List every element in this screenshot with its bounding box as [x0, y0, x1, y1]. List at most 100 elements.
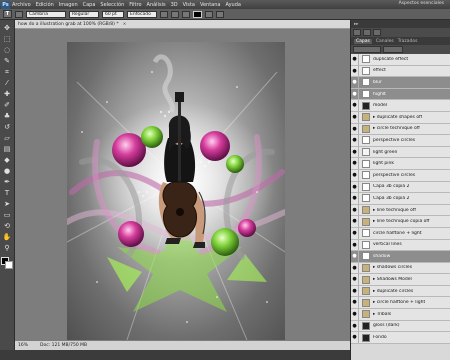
close-tab-icon[interactable]: × [123, 22, 127, 27]
menu-item[interactable]: Ayuda [225, 2, 240, 8]
crop-tool-icon[interactable]: ⌗ [2, 68, 12, 77]
visibility-eye-icon[interactable]: ● [351, 274, 359, 285]
document-tab[interactable]: how do a illustration grab at 100% (RGB/… [15, 20, 350, 29]
layer-row[interactable]: ● Shadows Model [351, 274, 450, 286]
layers-panel-tab[interactable]: Trazados [398, 39, 418, 44]
move-tool-icon[interactable]: ✥ [2, 24, 12, 33]
brush-tool-icon[interactable]: ✐ [2, 101, 12, 110]
lasso-tool-icon[interactable]: ◌ [2, 46, 12, 55]
document-info[interactable]: Doc: 121 MB/750 MB [40, 343, 87, 348]
visibility-eye-icon[interactable]: ● [351, 146, 359, 158]
layer-row[interactable]: ● shadows circles [351, 262, 450, 275]
3d-rotate-tool-icon[interactable]: ⟲ [2, 222, 12, 231]
layers-panel-tab[interactable]: Canales [376, 39, 394, 44]
visibility-eye-icon[interactable]: ● [351, 169, 359, 181]
warp-text-button[interactable] [205, 10, 213, 18]
type-tool-icon[interactable]: T [3, 10, 12, 18]
opacity-field[interactable] [383, 46, 403, 53]
layer-row[interactable]: ● duplicate shapes off [351, 111, 450, 124]
visibility-eye-icon[interactable]: ● [351, 320, 359, 332]
visibility-eye-icon[interactable]: ● [351, 285, 359, 297]
history-panel-icon[interactable] [353, 29, 361, 36]
visibility-eye-icon[interactable]: ● [351, 135, 359, 146]
layer-row[interactable]: ● line technique off [351, 204, 450, 217]
dodge-tool-icon[interactable]: ● [2, 167, 12, 176]
navigator-panel-icon[interactable] [373, 29, 381, 36]
align-center-button[interactable] [171, 10, 179, 18]
font-style-select[interactable]: Regular [69, 10, 99, 18]
workspace-switcher[interactable]: Aspectos esenciales [399, 1, 444, 6]
menu-item[interactable]: Capa [83, 2, 96, 8]
layer-row[interactable]: ● Capa 3b copia 2 [351, 181, 450, 194]
pen-tool-icon[interactable]: ✒ [2, 178, 12, 187]
gradient-tool-icon[interactable]: ▤ [2, 145, 12, 154]
visibility-eye-icon[interactable]: ● [351, 262, 359, 274]
visibility-eye-icon[interactable]: ● [351, 123, 359, 135]
align-right-button[interactable] [182, 10, 190, 18]
layer-row[interactable]: ● Tribals [351, 309, 450, 321]
clone-stamp-tool-icon[interactable]: ♣ [2, 112, 12, 121]
path-select-tool-icon[interactable]: ➤ [2, 200, 12, 209]
shape-tool-icon[interactable]: ▭ [2, 211, 12, 220]
type-tool-icon[interactable]: T [2, 189, 12, 198]
artwork-canvas[interactable] [67, 42, 285, 340]
align-left-button[interactable] [160, 10, 168, 18]
visibility-eye-icon[interactable]: ● [351, 77, 359, 88]
visibility-eye-icon[interactable]: ● [351, 297, 359, 309]
history-brush-tool-icon[interactable]: ↺ [2, 123, 12, 132]
layer-row[interactable]: ● duplicate circles [351, 285, 450, 298]
healing-brush-tool-icon[interactable]: ✚ [2, 90, 12, 99]
quick-select-tool-icon[interactable]: ✎ [2, 57, 12, 66]
menu-item[interactable]: Filtro [129, 2, 141, 8]
adjustments-panel-header[interactable]: ▸▸ [351, 20, 450, 28]
text-orientation-button[interactable] [15, 10, 23, 18]
layer-row[interactable]: ● light pink [351, 158, 450, 170]
layer-row[interactable]: ● circle technique off [351, 123, 450, 136]
menu-item[interactable]: Imagen [59, 2, 78, 8]
layer-row[interactable]: ● shadow [351, 251, 450, 263]
visibility-eye-icon[interactable]: ● [351, 216, 359, 227]
menu-item[interactable]: Ventana [200, 2, 221, 8]
background-color-swatch[interactable] [5, 261, 13, 269]
visibility-eye-icon[interactable]: ● [351, 158, 359, 169]
actions-panel-icon[interactable] [363, 29, 371, 36]
text-color-swatch[interactable] [193, 10, 202, 18]
layer-row[interactable]: ● effect [351, 65, 450, 78]
layer-row[interactable]: ● Capa 3b copia 2 [351, 193, 450, 205]
menu-item[interactable]: Selección [100, 2, 124, 8]
marquee-tool-icon[interactable]: ⬚ [2, 35, 12, 44]
visibility-eye-icon[interactable]: ● [351, 181, 359, 193]
hand-tool-icon[interactable]: ✋ [2, 233, 12, 242]
menu-item[interactable]: 3D [171, 2, 178, 8]
blur-tool-icon[interactable]: ◆ [2, 156, 12, 165]
visibility-eye-icon[interactable]: ● [351, 65, 359, 77]
visibility-eye-icon[interactable]: ● [351, 111, 359, 123]
layer-row[interactable]: ● vertical lines [351, 239, 450, 252]
layer-row[interactable]: ● circle halftone + light [351, 227, 450, 240]
menu-item[interactable]: Archivo [12, 2, 31, 8]
menu-item[interactable]: Análisis [147, 2, 166, 8]
visibility-eye-icon[interactable]: ● [351, 100, 359, 111]
layer-row[interactable]: ● duplicate effect [351, 54, 450, 66]
layers-panel-tab[interactable]: Capas [354, 38, 372, 44]
color-swatches[interactable] [1, 257, 13, 269]
layer-row[interactable]: ● gloss (dark) [351, 320, 450, 333]
visibility-eye-icon[interactable]: ● [351, 88, 359, 100]
layer-row[interactable]: ● model [351, 100, 450, 112]
visibility-eye-icon[interactable]: ● [351, 204, 359, 216]
visibility-eye-icon[interactable]: ● [351, 54, 359, 65]
visibility-eye-icon[interactable]: ● [351, 251, 359, 262]
visibility-eye-icon[interactable]: ● [351, 309, 359, 320]
eraser-tool-icon[interactable]: ▱ [2, 134, 12, 143]
layer-row[interactable]: ● line technique copia off [351, 216, 450, 228]
layer-row[interactable]: ● Fondo [351, 332, 450, 344]
font-family-select[interactable]: Cambria [26, 10, 66, 18]
panel-collapse-icon[interactable]: ▸▸ [354, 22, 359, 27]
layer-row[interactable]: ● perspective circles [351, 135, 450, 147]
layer-row[interactable]: ● blur [351, 77, 450, 89]
antialias-select[interactable]: Enfocado [127, 10, 157, 18]
character-panel-button[interactable] [216, 10, 224, 18]
font-size-select[interactable]: 60 pt [102, 10, 124, 18]
menu-item[interactable]: Vista [183, 2, 195, 8]
menu-item[interactable]: Edición [36, 2, 54, 8]
